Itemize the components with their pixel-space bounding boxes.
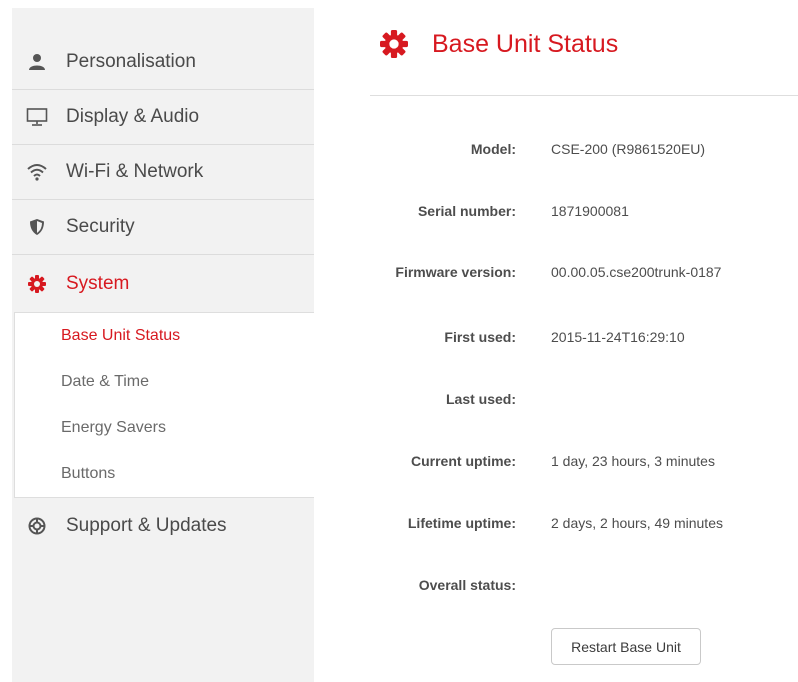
serial-number-label: Serial number: [417, 203, 516, 219]
title-divider [370, 95, 798, 96]
sidebar-item-system[interactable]: System [12, 256, 314, 311]
sidebar-item-label: Security [66, 216, 135, 237]
sidebar-item-security[interactable]: Security [12, 200, 314, 255]
gear-icon [380, 30, 408, 63]
sidebar-item-support-updates[interactable]: Support & Updates [12, 498, 314, 553]
submenu-item-energy-savers[interactable]: Energy Savers [61, 419, 166, 437]
sidebar-item-label: System [66, 272, 130, 294]
sidebar-item-label: Support & Updates [66, 514, 227, 536]
current-uptime-value: 1 day, 23 hours, 3 minutes [551, 453, 715, 469]
last-used-label: Last used: [445, 391, 516, 407]
person-icon [26, 51, 48, 73]
sidebar-item-display-audio[interactable]: Display & Audio [12, 90, 314, 145]
submenu-item-date-time[interactable]: Date & Time [61, 373, 149, 391]
model-value: CSE-200 (R9861520EU) [551, 141, 706, 157]
sidebar-item-personalisation[interactable]: Personalisation [12, 35, 314, 90]
lifetime-uptime-value: 2 days, 2 hours, 49 minutes [551, 515, 723, 531]
current-uptime-label: Current uptime: [411, 453, 516, 469]
wifi-icon [26, 161, 48, 183]
serial-number-value: 1871900081 [551, 203, 629, 219]
first-used-value: 2015-11-24T16:29:10 [551, 329, 685, 345]
overall-status-label: Overall status: [418, 577, 516, 593]
submenu-item-base-unit-status[interactable]: Base Unit Status [61, 327, 180, 345]
lifebuoy-icon [26, 515, 48, 537]
sidebar-item-label: Display & Audio [66, 106, 200, 127]
sidebar-item-label: Wi-Fi & Network [66, 161, 204, 182]
firmware-version-label: Firmware version: [395, 264, 516, 280]
monitor-icon [26, 106, 48, 128]
restart-base-unit-button[interactable]: Restart Base Unit [551, 628, 701, 665]
system-submenu: Base Unit Status Date & Time Energy Save… [14, 312, 314, 498]
sidebar-item-label: Personalisation [66, 51, 196, 72]
main-content: Base Unit Status Model: CSE-200 (R986152… [370, 0, 798, 682]
lifetime-uptime-label: Lifetime uptime: [407, 515, 516, 531]
gear-icon [26, 273, 48, 295]
page-title: Base Unit Status [432, 30, 619, 58]
firmware-version-value: 00.00.05.cse200trunk-0187 [551, 264, 722, 280]
first-used-label: First used: [444, 329, 516, 345]
model-label: Model: [470, 141, 516, 157]
sidebar-item-wifi-network[interactable]: Wi-Fi & Network [12, 145, 314, 200]
shield-icon [26, 216, 48, 238]
submenu-item-buttons[interactable]: Buttons [61, 465, 115, 483]
